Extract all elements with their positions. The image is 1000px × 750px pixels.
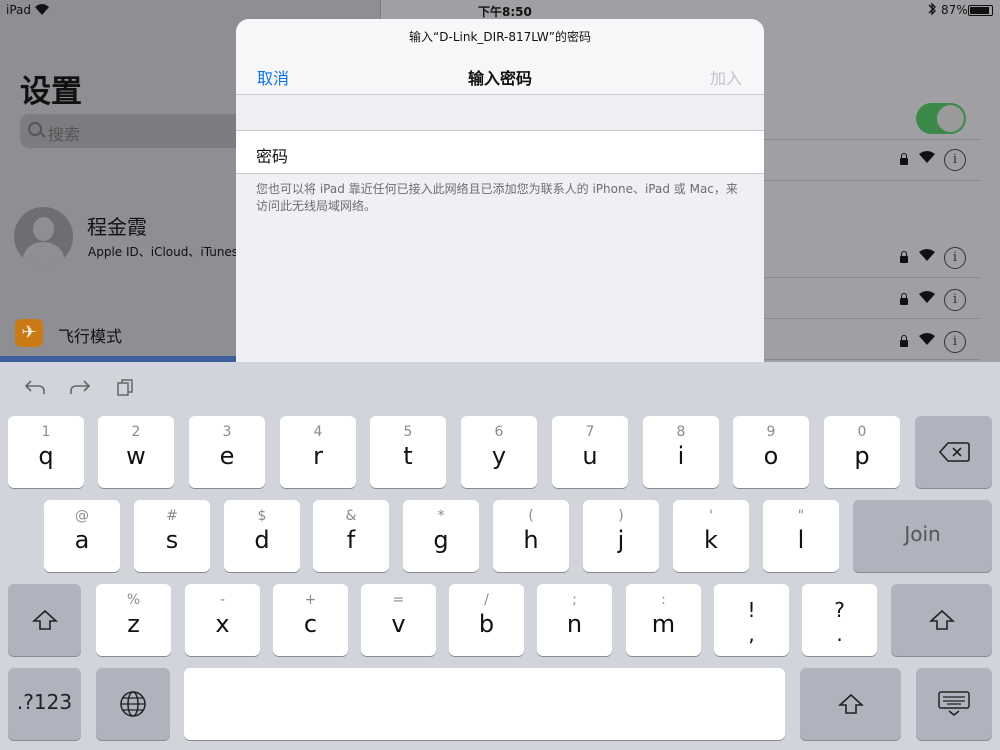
key-w[interactable]: 2w bbox=[98, 416, 174, 488]
delete-button[interactable] bbox=[915, 416, 992, 488]
battery-percent: 87% bbox=[941, 3, 968, 17]
share-hint-text: 您也可以将 iPad 靠近任何已接入此网络且已添加您为联系人的 iPhone、i… bbox=[256, 182, 738, 213]
key-b[interactable]: / b bbox=[449, 584, 524, 656]
key-s[interactable]: # s bbox=[134, 500, 210, 572]
modal-header: 输入“D-Link_DIR-817LW”的密码 取消 输入密码 加入 bbox=[236, 19, 764, 95]
hide-keyboard-key[interactable] bbox=[916, 668, 992, 740]
key-t[interactable]: 5t bbox=[370, 416, 446, 488]
sidebar-item-label: 飞行模式 bbox=[58, 327, 123, 346]
bluetooth-icon bbox=[927, 2, 937, 19]
key-q[interactable]: 1q bbox=[8, 416, 84, 488]
info-icon[interactable]: i bbox=[944, 331, 966, 353]
paste-icon[interactable] bbox=[113, 378, 137, 400]
key-h[interactable]: (h bbox=[493, 500, 569, 572]
key-j[interactable]: ) j bbox=[583, 500, 659, 572]
profile-subtitle: Apple ID、iCloud、iTunes bbox=[88, 245, 239, 259]
key-f[interactable]: & f bbox=[313, 500, 389, 572]
key-z[interactable]: % z bbox=[96, 584, 171, 656]
key-r[interactable]: 4r bbox=[280, 416, 356, 488]
page-title: 设置 bbox=[20, 74, 82, 110]
shift-key-right[interactable] bbox=[891, 584, 992, 656]
key-a[interactable]: @ a bbox=[44, 500, 120, 572]
numbers-key[interactable]: .?123 bbox=[8, 668, 81, 740]
key-y[interactable]: 6y bbox=[461, 416, 537, 488]
status-bar: iPad 下午8:50 87% bbox=[0, 0, 1000, 20]
wifi-signal-icon bbox=[918, 290, 936, 308]
profile-name: 程金霞 bbox=[87, 215, 147, 239]
airplane-icon: ✈ bbox=[15, 319, 43, 347]
key-x[interactable]: -x bbox=[185, 584, 260, 656]
key-c[interactable]: + c bbox=[273, 584, 348, 656]
modal-prompt: 输入“D-Link_DIR-817LW”的密码 bbox=[409, 30, 591, 44]
avatar bbox=[14, 207, 73, 266]
search-placeholder: 搜索 bbox=[48, 125, 81, 144]
modal-title: 输入密码 bbox=[467, 69, 532, 88]
info-icon[interactable]: i bbox=[944, 289, 966, 311]
key-u[interactable]: 7u bbox=[552, 416, 628, 488]
space-bar[interactable] bbox=[184, 668, 785, 740]
password-modal: 输入“D-Link_DIR-817LW”的密码 取消 输入密码 加入 密码 您也… bbox=[236, 19, 764, 363]
clock: 下午8:50 bbox=[478, 5, 532, 19]
password-field[interactable] bbox=[336, 137, 746, 167]
search-icon bbox=[28, 122, 42, 136]
shift-key-bottom[interactable] bbox=[800, 668, 901, 740]
lock-icon bbox=[900, 251, 908, 263]
lock-icon bbox=[900, 335, 908, 347]
key-o[interactable]: 9o bbox=[733, 416, 809, 488]
keyboard-dismiss-icon bbox=[938, 691, 970, 716]
info-icon[interactable]: i bbox=[944, 149, 966, 171]
redo-button[interactable] bbox=[68, 378, 92, 400]
device-label: iPad bbox=[6, 3, 32, 17]
join-key[interactable]: Join bbox=[853, 500, 992, 572]
search-input[interactable]: 搜索 bbox=[20, 114, 245, 148]
wifi-signal-icon bbox=[918, 248, 936, 266]
key-v[interactable]: = v bbox=[361, 584, 436, 656]
lock-icon bbox=[900, 153, 908, 165]
key-p[interactable]: 0p bbox=[824, 416, 900, 488]
backspace-icon bbox=[938, 442, 970, 462]
key-g[interactable]: * g bbox=[403, 500, 479, 572]
key-e[interactable]: 3e bbox=[189, 416, 265, 488]
wifi-toggle[interactable] bbox=[916, 103, 966, 134]
key-exclaim-comma[interactable]: !, bbox=[714, 584, 789, 656]
shift-icon bbox=[837, 693, 864, 714]
keyboard: 1q 2w 3e 4r 5t 6y 7u 8i 9o 0p @ a # s $ d &… bbox=[0, 362, 1000, 750]
undo-button[interactable] bbox=[23, 378, 47, 400]
key-question-period[interactable]: ?. bbox=[802, 584, 877, 656]
wifi-signal-icon bbox=[918, 332, 936, 350]
lock-icon bbox=[900, 293, 908, 305]
key-i[interactable]: 8i bbox=[643, 416, 719, 488]
shift-icon bbox=[31, 609, 58, 630]
shift-icon bbox=[928, 609, 955, 630]
join-button[interactable]: 加入 bbox=[710, 65, 742, 89]
key-d[interactable]: $ d bbox=[224, 500, 300, 572]
wifi-status-icon bbox=[34, 2, 50, 19]
key-k[interactable]: ' k bbox=[673, 500, 749, 572]
wifi-signal-icon bbox=[918, 150, 936, 168]
globe-icon bbox=[120, 691, 146, 717]
key-m[interactable]: :m bbox=[626, 584, 701, 656]
info-icon[interactable]: i bbox=[944, 247, 966, 269]
globe-key[interactable] bbox=[96, 668, 170, 740]
password-row[interactable]: 密码 bbox=[236, 130, 764, 174]
key-l[interactable]: " l bbox=[763, 500, 839, 572]
key-n[interactable]: ; n bbox=[537, 584, 612, 656]
battery-icon bbox=[968, 5, 993, 16]
shift-key-left[interactable] bbox=[8, 584, 81, 656]
password-label: 密码 bbox=[256, 147, 289, 166]
